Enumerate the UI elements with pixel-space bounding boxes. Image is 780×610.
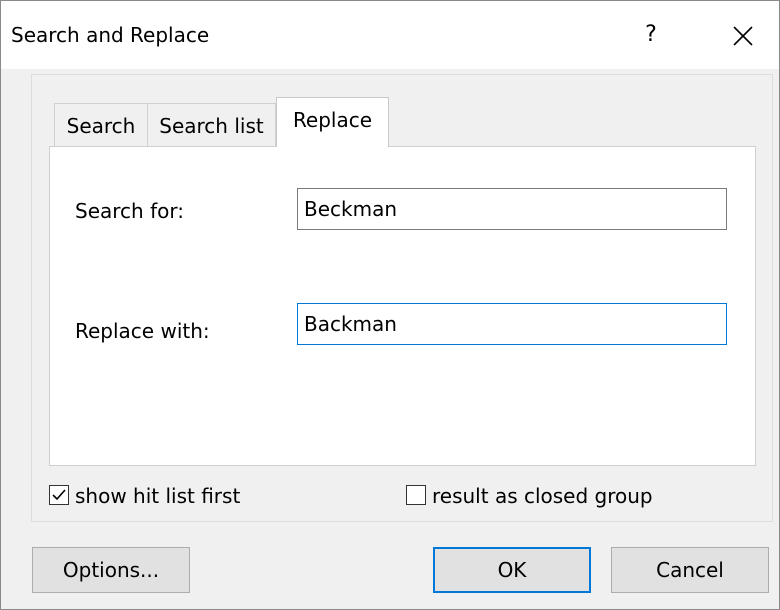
replace-with-input[interactable] — [297, 303, 727, 345]
tab-search[interactable]: Search — [54, 103, 148, 147]
close-button[interactable] — [719, 15, 765, 55]
checkmark-icon — [52, 489, 66, 501]
dialog-title: Search and Replace — [11, 23, 210, 47]
tab-replace[interactable]: Replace — [276, 97, 389, 147]
search-for-label: Search for: — [75, 199, 184, 223]
tab-search-list[interactable]: Search list — [147, 103, 276, 147]
checkbox-box[interactable] — [406, 485, 426, 505]
replace-with-label: Replace with: — [75, 319, 210, 343]
ok-button[interactable]: OK — [433, 547, 591, 593]
cancel-button[interactable]: Cancel — [611, 547, 769, 593]
close-icon — [733, 26, 753, 46]
options-button[interactable]: Options... — [32, 547, 190, 593]
search-replace-dialog: Search and Replace ? Search Search list … — [0, 0, 780, 610]
help-button[interactable]: ? — [631, 19, 671, 51]
show-hit-list-first-label: show hit list first — [75, 484, 241, 508]
search-for-input[interactable] — [297, 188, 727, 230]
checkbox-box[interactable] — [49, 485, 69, 505]
title-bar: Search and Replace ? — [1, 1, 779, 69]
result-as-closed-group-label: result as closed group — [432, 484, 653, 508]
